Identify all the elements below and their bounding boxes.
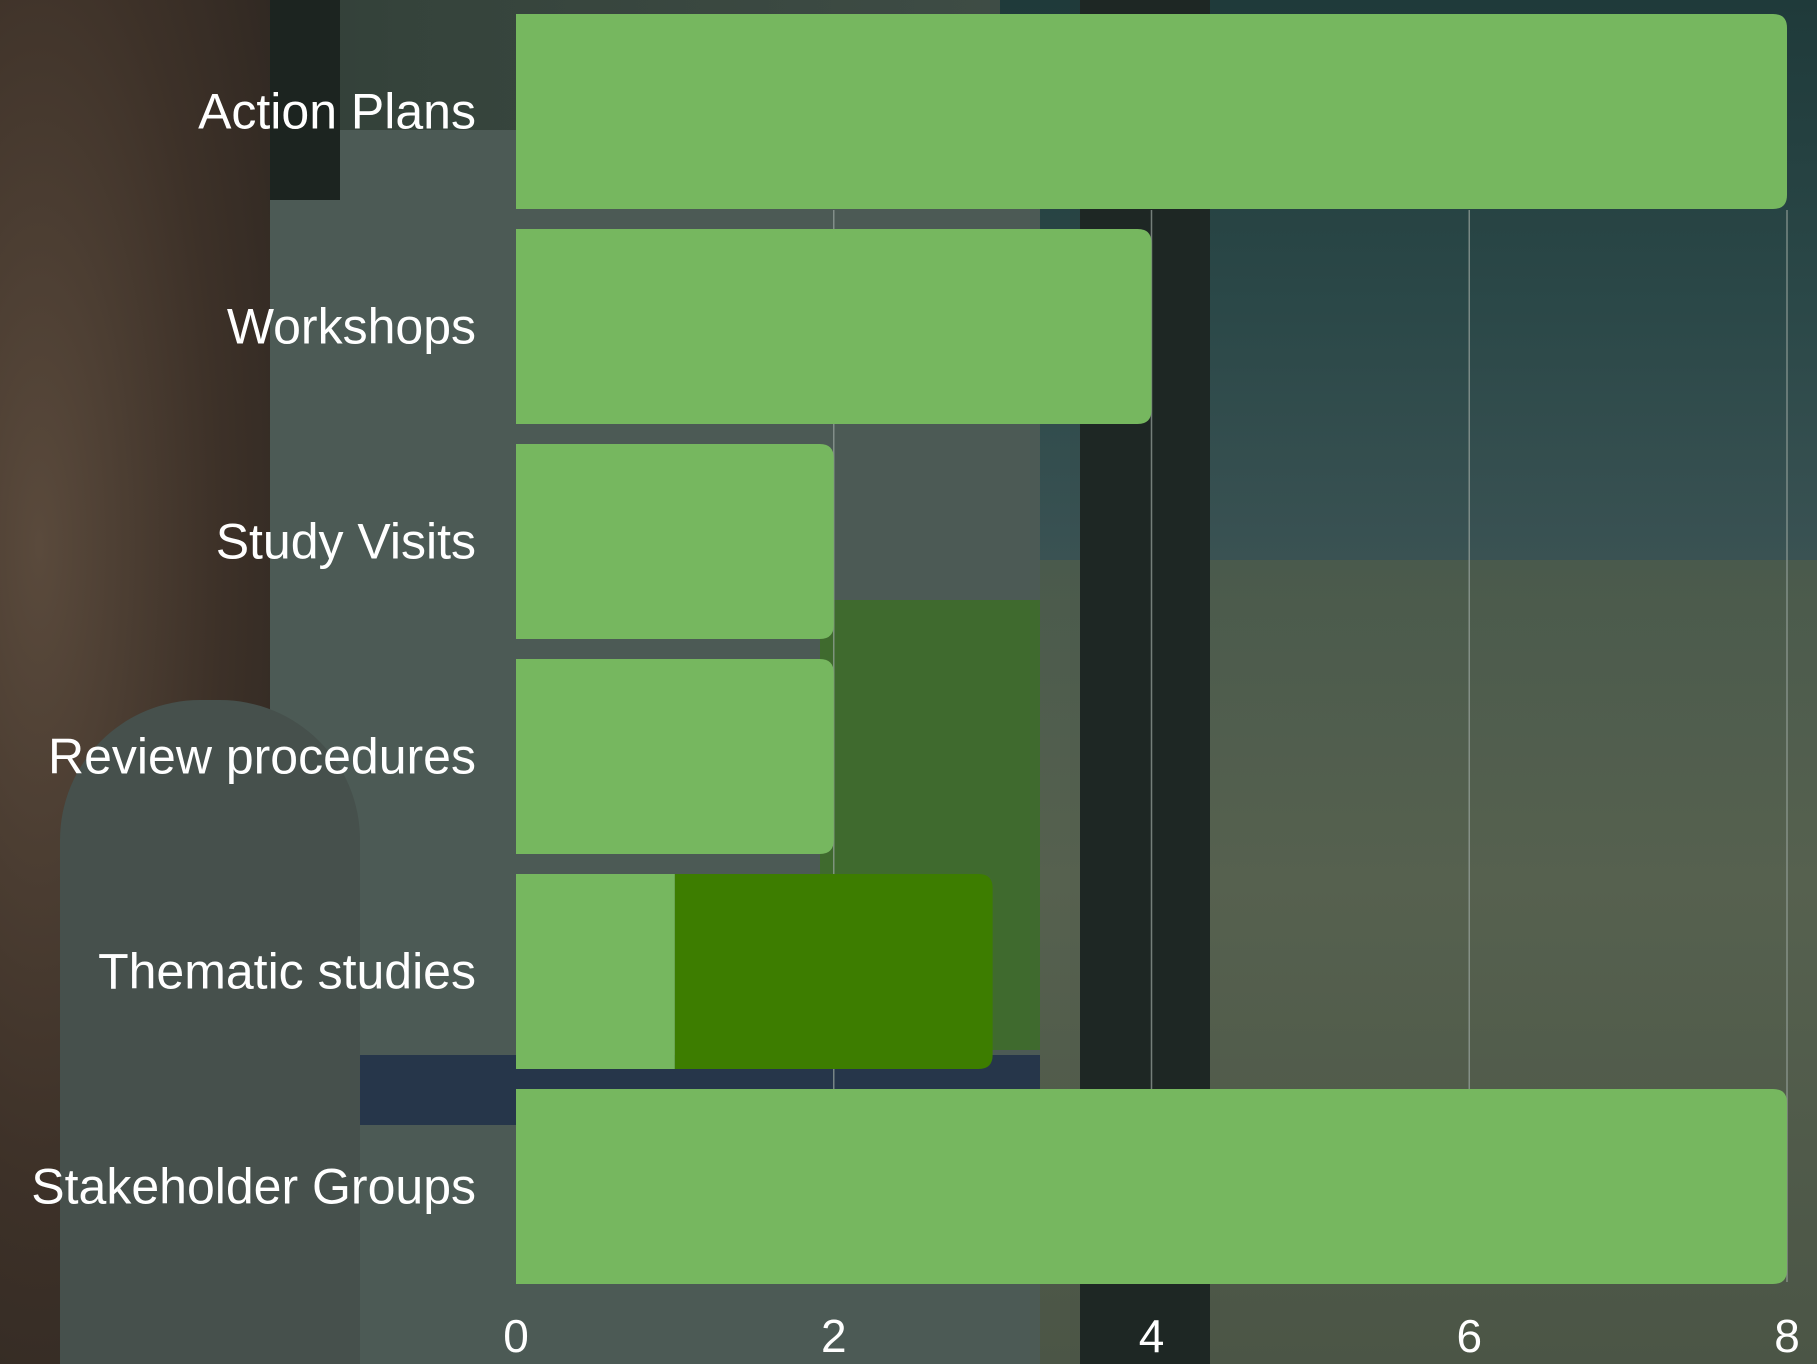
x-tick-label: 8 — [1774, 1310, 1800, 1362]
category-label: Action Plans — [198, 84, 476, 140]
bar-segment — [516, 1089, 1787, 1284]
bar-segment — [516, 229, 1152, 424]
bar-chart: Action Plans Workshops Study Visits Review … — [31, 14, 1800, 1362]
x-tick-label: 0 — [503, 1310, 529, 1362]
y-axis-labels: Action Plans Workshops Study Visits Review … — [31, 84, 476, 1215]
bar-segment — [674, 874, 993, 1069]
category-label: Workshops — [227, 299, 476, 355]
category-label: Review procedures — [48, 729, 476, 785]
category-label: Thematic studies — [98, 944, 476, 1000]
x-tick-label: 6 — [1456, 1310, 1482, 1362]
x-tick-label: 2 — [821, 1310, 847, 1362]
category-label: Study Visits — [216, 514, 476, 570]
category-label: Stakeholder Groups — [31, 1159, 476, 1215]
bar-segment — [516, 14, 1787, 209]
x-tick-label: 4 — [1139, 1310, 1165, 1362]
chart-canvas: Action Plans Workshops Study Visits Review … — [0, 0, 1817, 1364]
bar-segment — [516, 874, 675, 1069]
x-axis-ticks: 0 2 4 6 8 — [503, 1310, 1800, 1362]
bar-segment — [516, 444, 834, 639]
bar-segment — [516, 659, 834, 854]
